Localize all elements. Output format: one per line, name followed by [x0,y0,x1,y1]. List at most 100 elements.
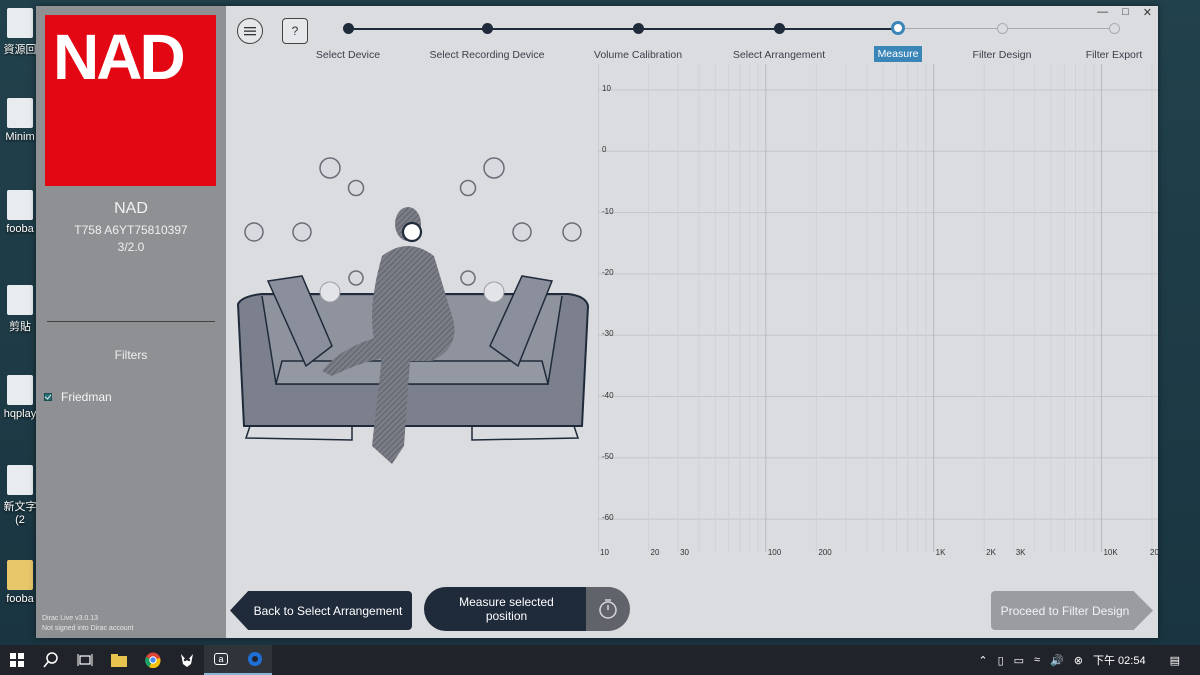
chrome-button[interactable] [136,645,170,675]
step-dot [773,23,785,34]
mic-position[interactable] [512,222,532,242]
step-filter-design[interactable]: Filter Design [942,23,1062,63]
step-label: Measure [873,46,923,62]
recycle-bin-shortcut[interactable]: 資源回 [0,8,40,57]
sidebar-divider [47,321,215,322]
sidebar: NAD NAD T758 A6YT75810397 3/2.0 Filters … [36,6,226,638]
step-label: Select Arrangement [732,49,826,61]
document-icon [7,465,33,495]
new-text-shortcut[interactable]: 新文字 (2 [0,465,40,526]
filter-checkbox[interactable] [44,393,52,401]
recycle-bin-icon [7,8,33,38]
desktop-icon-label: 剪貼 [9,321,31,333]
mic-position[interactable] [319,157,341,179]
measure-label-line1: Measure selected [459,595,554,609]
listening-position-diagram [236,157,590,464]
wifi-icon[interactable]: ≈ [1034,654,1040,666]
mic-position[interactable] [348,270,364,286]
document-icon [7,285,33,315]
chevron-up-icon[interactable]: ⌃ [978,654,987,667]
proceed-button[interactable]: Proceed to Filter Design [991,591,1153,630]
version-text: Dirac Live v3.0.13 [42,615,99,622]
clock[interactable]: 下午 02:54 [1093,652,1146,668]
main-panel: — □ ✕ ? Select Device Select Recording D… [226,6,1159,638]
mic-position[interactable] [460,270,476,286]
step-volume-calibration[interactable]: Volume Calibration [578,23,698,63]
x-tick-label: 1K [935,548,946,557]
mic-position[interactable] [483,281,505,303]
step-dot [891,21,905,35]
mic-position[interactable] [562,222,582,242]
stopwatch-icon [599,599,617,619]
foobar-icon [181,654,193,667]
step-select-recording-device[interactable]: Select Recording Device [427,23,547,63]
step-dot [632,23,644,34]
close-circle-icon[interactable]: ⊗ [1074,654,1083,667]
filter-label: Friedman [61,390,112,404]
music-file-icon [7,98,33,128]
y-tick-label: -50 [602,451,614,461]
ime-taskbar-button[interactable]: a [204,645,238,675]
mic-position[interactable] [459,179,477,197]
step-measure[interactable]: Measure [838,21,958,62]
dirac-live-window: NAD NAD T758 A6YT75810397 3/2.0 Filters … [36,6,1159,638]
device-icon[interactable]: ▯ [998,654,1004,667]
x-tick-label: 20 [1150,548,1159,557]
filters-title: Filters [114,348,148,362]
step-select-arrangement[interactable]: Select Arrangement [719,23,839,63]
foobar-shortcut[interactable]: fooba [0,190,40,235]
mic-position-selected[interactable] [401,221,423,243]
file-explorer-button[interactable] [102,645,136,675]
step-dot [996,23,1008,34]
hqplayer-shortcut[interactable]: hqplay [0,375,40,420]
start-button[interactable] [0,645,34,675]
x-tick-label: 3K [1015,548,1026,557]
desktop-icon-label: fooba [6,223,34,235]
frequency-response-graph: 10 0 -10 -20 -30 -40 -50 -60 10 20 30 100 200 1K 2K 3K… [597,64,1159,558]
chrome-icon [145,652,161,668]
ime-label: a [214,653,228,665]
mic-position[interactable] [292,222,312,242]
nad-logo: NAD [45,15,216,186]
x-tick-label: 20 [650,548,660,557]
back-button[interactable]: Back to Select Arrangement [230,591,412,630]
task-view-button[interactable] [68,645,102,675]
y-tick-label: -40 [602,390,614,400]
mic-position[interactable] [347,179,365,197]
foobar-taskbar-button[interactable] [170,645,204,675]
x-tick-label: 100 [767,548,782,557]
mic-position[interactable] [244,222,264,242]
taskbar: a ⌃ ▯ ▭ ≈ 🔊 ⊗ 下午 02:54 ▤ [0,645,1200,675]
x-tick-label: 10 [600,548,609,557]
step-filter-export[interactable]: Filter Export [1054,23,1174,63]
clipboard-shortcut[interactable]: 剪貼 [0,285,40,334]
task-view-icon [77,654,93,666]
y-tick-label: 10 [602,84,611,93]
volume-icon[interactable]: 🔊 [1050,654,1064,667]
step-select-device[interactable]: Select Device [288,23,408,63]
battery-icon[interactable]: ▭ [1014,654,1024,667]
y-tick-label: -20 [602,267,614,277]
foobar-shortcut-2[interactable]: fooba [0,560,40,605]
search-button[interactable] [34,645,68,675]
search-icon [43,652,58,668]
document-icon [7,375,33,405]
step-label: Filter Design [972,49,1032,61]
device-channels: 3/2.0 [117,240,145,254]
device-name: NAD [114,200,148,217]
step-dot [481,23,493,34]
account-status: Not signed into Dirac account [42,625,134,632]
dirac-taskbar-button[interactable] [238,645,272,675]
step-label: Filter Export [1085,49,1143,61]
step-label: Select Recording Device [429,49,545,61]
notification-icon[interactable]: ▤ [1170,654,1180,667]
folder-icon [111,653,127,667]
y-tick-label: -10 [602,206,614,216]
mic-position[interactable] [319,281,341,303]
mic-position[interactable] [483,157,505,179]
step-label: Select Device [315,49,381,61]
x-tick-label: 200 [818,548,832,557]
filter-item-friedman[interactable]: Friedman [44,390,112,404]
timer-button[interactable] [586,587,630,631]
minim-shortcut[interactable]: Minim [0,98,40,143]
